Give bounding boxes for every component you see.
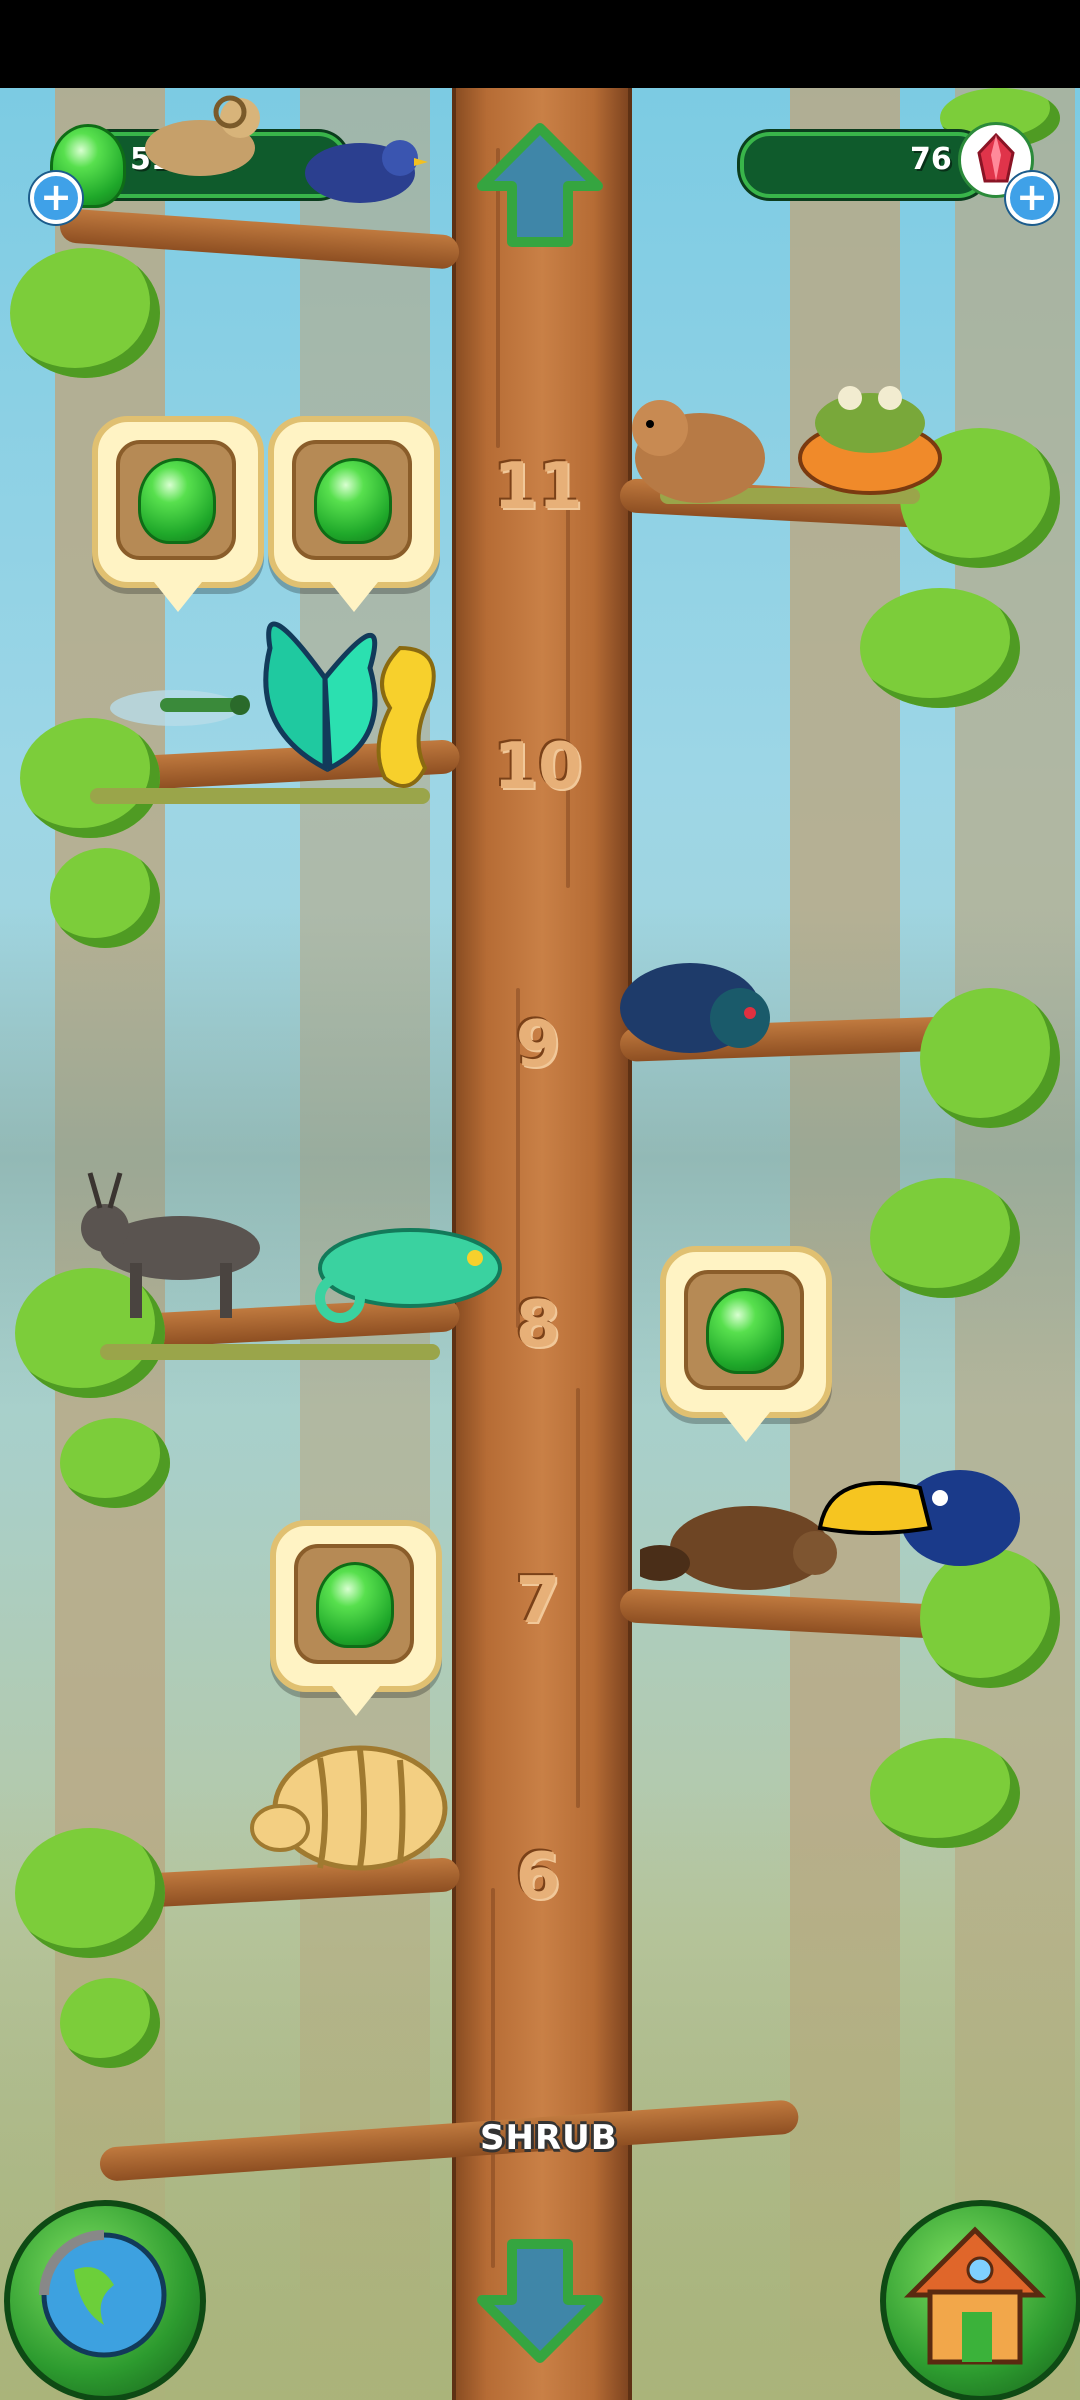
- leaf-cluster: [50, 848, 160, 948]
- green-gem-icon: [314, 458, 392, 544]
- moss: [100, 1344, 440, 1360]
- game-scene: 11 10 9 8 7 6 51391 + 76 +: [0, 88, 1080, 2400]
- crab[interactable]: [790, 368, 950, 498]
- leaf-cluster: [860, 588, 1020, 708]
- toucan[interactable]: [810, 1448, 1030, 1598]
- hamster[interactable]: [620, 388, 770, 508]
- house-icon: [903, 2226, 1047, 2365]
- green-gem-icon: [316, 1562, 394, 1648]
- dragonfly[interactable]: [100, 668, 250, 778]
- antelope[interactable]: [60, 1168, 280, 1328]
- status-bar: [0, 0, 1080, 88]
- blue-bird[interactable]: [290, 118, 430, 218]
- down-arrow-icon[interactable]: [470, 2228, 610, 2368]
- spider[interactable]: [600, 938, 780, 1068]
- add-gems-button[interactable]: +: [30, 172, 82, 224]
- leaf-cluster: [60, 1978, 160, 2068]
- gem-reward-bubble[interactable]: [268, 416, 440, 612]
- leaf-cluster: [870, 1738, 1020, 1848]
- add-crystals-button[interactable]: +: [1006, 172, 1058, 224]
- gem-reward-bubble[interactable]: [92, 416, 264, 612]
- up-arrow-icon[interactable]: [470, 118, 610, 258]
- level-number-9: 9: [515, 1008, 561, 1082]
- chameleon[interactable]: [300, 1208, 510, 1328]
- gem-reward-bubble[interactable]: [270, 1520, 442, 1716]
- level-number-7: 7: [515, 1564, 561, 1638]
- world-map-button[interactable]: [4, 2200, 206, 2400]
- crystal-count: 76: [910, 142, 952, 177]
- level-number-10: 10: [493, 730, 583, 804]
- home-button[interactable]: [880, 2200, 1080, 2400]
- gem-reward-bubble[interactable]: [660, 1246, 832, 1442]
- zone-label: SHRUB: [480, 2118, 618, 2158]
- green-gem-icon: [138, 458, 216, 544]
- green-gem-icon: [706, 1288, 784, 1374]
- level-number-11: 11: [493, 450, 583, 524]
- leaf-cluster: [15, 1828, 165, 1958]
- seahorse[interactable]: [350, 628, 460, 798]
- ram[interactable]: [130, 88, 280, 188]
- bark-grain: [566, 508, 570, 888]
- leaf-cluster: [60, 1418, 170, 1508]
- leaf-cluster: [920, 988, 1060, 1128]
- bark-grain: [491, 1888, 495, 2268]
- armadillo[interactable]: [250, 1728, 450, 1878]
- leaf-cluster: [10, 248, 160, 378]
- globe-icon: [39, 2230, 167, 2358]
- leaf-cluster: [870, 1178, 1020, 1298]
- level-number-6: 6: [515, 1840, 561, 1914]
